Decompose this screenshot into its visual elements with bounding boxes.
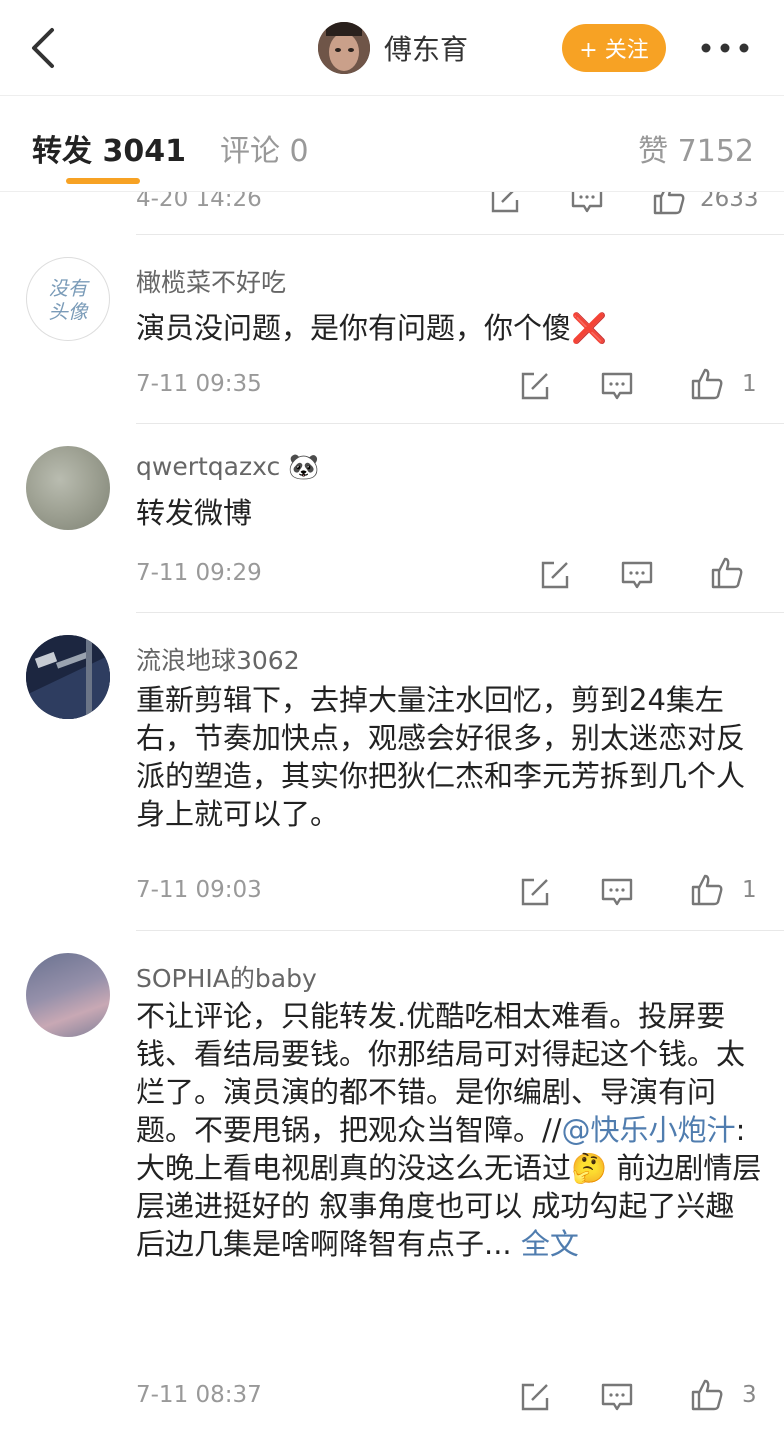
post-time: 7-11 08:37: [136, 1382, 262, 1408]
like-count: 3: [742, 1382, 757, 1408]
like-icon[interactable]: [652, 192, 686, 216]
post-text: 演员没问题，是你有问题，你个傻❌: [136, 311, 608, 345]
repost-icon[interactable]: [518, 369, 552, 403]
post-text: 重新剪辑下，去掉大量注水回忆，剪到24集左右，节奏加快点，观感会好很多，别太迷恋…: [136, 683, 746, 831]
tab-bar: 转发 3041 评论 0 赞 7152: [0, 96, 784, 192]
avatar-text-line2: 头像: [48, 301, 89, 324]
username[interactable]: qwertqazxc 🐼: [136, 452, 319, 482]
post-text: 转发微博: [136, 496, 253, 530]
repost-icon[interactable]: [488, 192, 522, 216]
like-icon[interactable]: [690, 367, 724, 401]
top-bar: 傅东育 + 关注: [0, 0, 784, 96]
like-icon[interactable]: [690, 1378, 724, 1412]
comment-icon[interactable]: [570, 192, 604, 216]
like-count: 2633: [700, 192, 759, 212]
list-item: SOPHIA的baby 不让评论，只能转发.优酷吃相太难看。投屏要钱、看结局要钱…: [0, 931, 784, 1438]
avatar[interactable]: [26, 953, 110, 1037]
expand-full-text-link[interactable]: 全文: [521, 1227, 579, 1261]
list-item-partial: 4-20 14:26 2633: [0, 192, 784, 235]
tab-like[interactable]: 赞 7152: [638, 126, 754, 170]
active-tab-indicator: [66, 178, 140, 184]
author-avatar[interactable]: [318, 22, 370, 74]
post-time: 7-11 09:35: [136, 371, 262, 397]
post-time: 7-11 09:03: [136, 877, 262, 903]
repost-icon[interactable]: [538, 558, 572, 592]
like-count: 1: [742, 371, 757, 397]
avatar[interactable]: [26, 446, 110, 530]
more-options-icon[interactable]: [700, 38, 750, 58]
comment-icon[interactable]: [600, 875, 634, 909]
avatar[interactable]: [26, 635, 110, 719]
post-time: 7-11 09:29: [136, 560, 262, 586]
avatar-text-line1: 没有: [48, 277, 90, 300]
tab-repost[interactable]: 转发 3041: [32, 126, 186, 170]
repost-icon[interactable]: [518, 1380, 552, 1414]
like-icon[interactable]: [690, 873, 724, 907]
avatar[interactable]: 没有 头像: [26, 257, 110, 341]
username[interactable]: 流浪地球3062: [136, 641, 300, 677]
author-name[interactable]: 傅东育: [384, 28, 468, 68]
post-text: 不让评论，只能转发.优酷吃相太难看。投屏要钱、看结局要钱。你那结局可对得起这个钱…: [136, 997, 766, 1263]
username[interactable]: SOPHIA的baby: [136, 959, 317, 995]
like-icon[interactable]: [710, 556, 744, 590]
list-item: 没有 头像 橄榄菜不好吃 演员没问题，是你有问题，你个傻❌ 7-11 09:35…: [0, 235, 784, 424]
comment-icon[interactable]: [600, 1380, 634, 1414]
back-arrow-icon[interactable]: [26, 24, 62, 72]
comment-icon[interactable]: [600, 369, 634, 403]
tab-comment[interactable]: 评论 0: [220, 126, 309, 170]
list-item: qwertqazxc 🐼 转发微博 7-11 09:29: [0, 424, 784, 613]
list-item: 流浪地球3062 重新剪辑下，去掉大量注水回忆，剪到24集左右，节奏加快点，观感…: [0, 613, 784, 931]
repost-list[interactable]: 4-20 14:26 2633 没有 头像 橄榄菜不好吃 演员没问题，是你有问题…: [0, 192, 784, 1438]
mention-link[interactable]: @快乐小炮汁: [562, 1113, 736, 1147]
post-time: 4-20 14:26: [136, 192, 262, 212]
like-count: 1: [742, 877, 757, 903]
comment-icon[interactable]: [620, 558, 654, 592]
username[interactable]: 橄榄菜不好吃: [136, 263, 286, 299]
repost-icon[interactable]: [518, 875, 552, 909]
follow-button[interactable]: + 关注: [562, 24, 666, 72]
